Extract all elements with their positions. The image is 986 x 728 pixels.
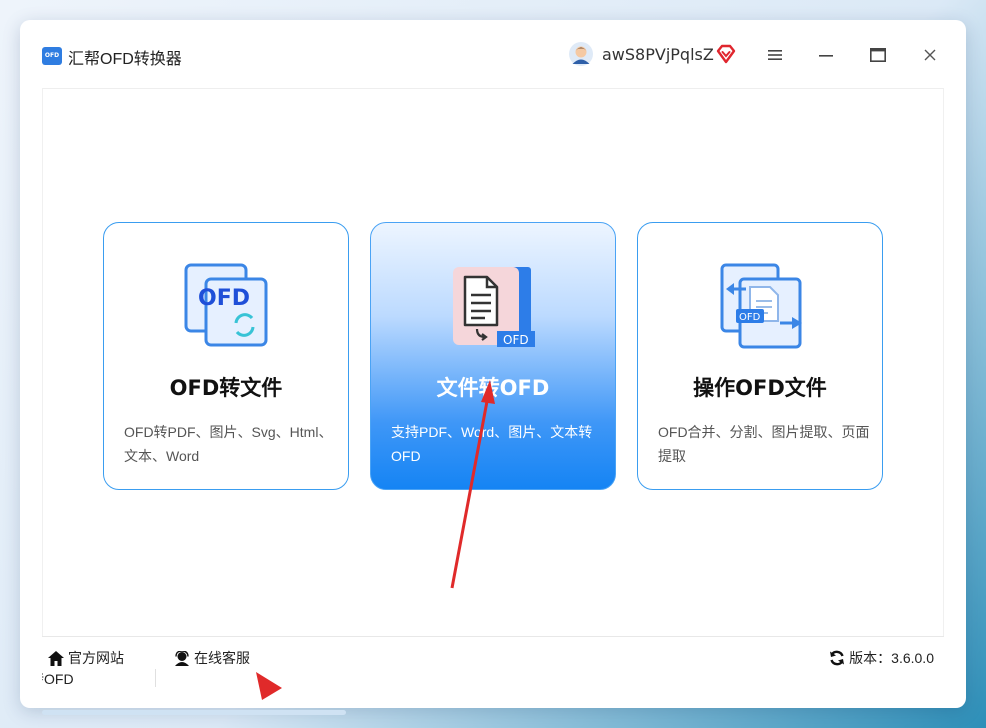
title-bar: OFD 汇帮OFD转换器 awS8PVjPqlsZ [20,20,966,88]
card-title: OFD转文件 [169,376,283,400]
version-label: 版本：3.6.0.0 [849,650,934,666]
horizontal-scrollbar[interactable] [42,710,346,715]
app-title: 汇帮OFD转换器 [68,51,182,68]
minimize-icon [819,55,833,57]
card-title: 文件转OFD [436,376,550,400]
menu-button[interactable] [762,42,788,68]
card-description: OFD转PDF、图片、Svg、Html、文本、Word [124,424,333,464]
close-button[interactable] [917,42,943,68]
customer-service-icon [175,650,189,666]
app-window: OFD 汇帮OFD转换器 awS8PVjPqlsZ OFD OFD转文件 OFD… [20,20,966,708]
app-logo-icon: OFD [42,47,62,65]
ofd-icon-text: OFD [503,333,529,347]
main-content: OFD OFD转文件 OFD转PDF、图片、Svg、Html、文本、Word O… [42,88,944,636]
vip-diamond-icon[interactable] [716,44,736,64]
ofd-file-convert-icon: OFD [184,263,268,347]
card-ofd-to-file[interactable]: OFD OFD转文件 OFD转PDF、图片、Svg、Html、文本、Word [103,222,349,490]
card-description: OFD合并、分割、图片提取、页面提取 [658,424,870,464]
online-service-link[interactable]: 在线客服 [174,648,250,668]
status-footer: 官方网站 在线客服 版本：3.6.0.0 转OFD [42,636,944,687]
maximize-icon [870,48,886,62]
version-info: 版本：3.6.0.0 [829,648,934,668]
card-file-to-ofd[interactable]: OFD 文件转OFD 支持PDF、Word、图片、文本转OFD [370,222,616,490]
menu-icon [768,50,782,60]
username[interactable]: awS8PVjPqlsZ [602,45,714,64]
refresh-icon [830,650,845,666]
card-operate-ofd[interactable]: OFD 操作OFD文件 OFD合并、分割、图片提取、页面提取 [637,222,883,490]
close-icon [924,49,936,61]
minimize-button[interactable] [813,42,839,68]
clipped-text: 转OFD [42,669,156,687]
ofd-icon-text: OFD [739,312,761,323]
user-avatar-icon[interactable] [569,42,593,66]
official-website-link[interactable]: 官方网站 [48,648,124,668]
document-to-ofd-icon: OFD [453,267,535,347]
website-label: 官方网站 [68,650,124,666]
ofd-operate-icon: OFD [720,263,802,349]
home-icon [48,650,64,666]
service-label: 在线客服 [194,650,250,666]
ofd-icon-text: OFD [198,286,250,311]
card-description: 支持PDF、Word、图片、文本转OFD [391,424,593,464]
maximize-button[interactable] [865,42,891,68]
card-title: 操作OFD文件 [693,376,827,400]
